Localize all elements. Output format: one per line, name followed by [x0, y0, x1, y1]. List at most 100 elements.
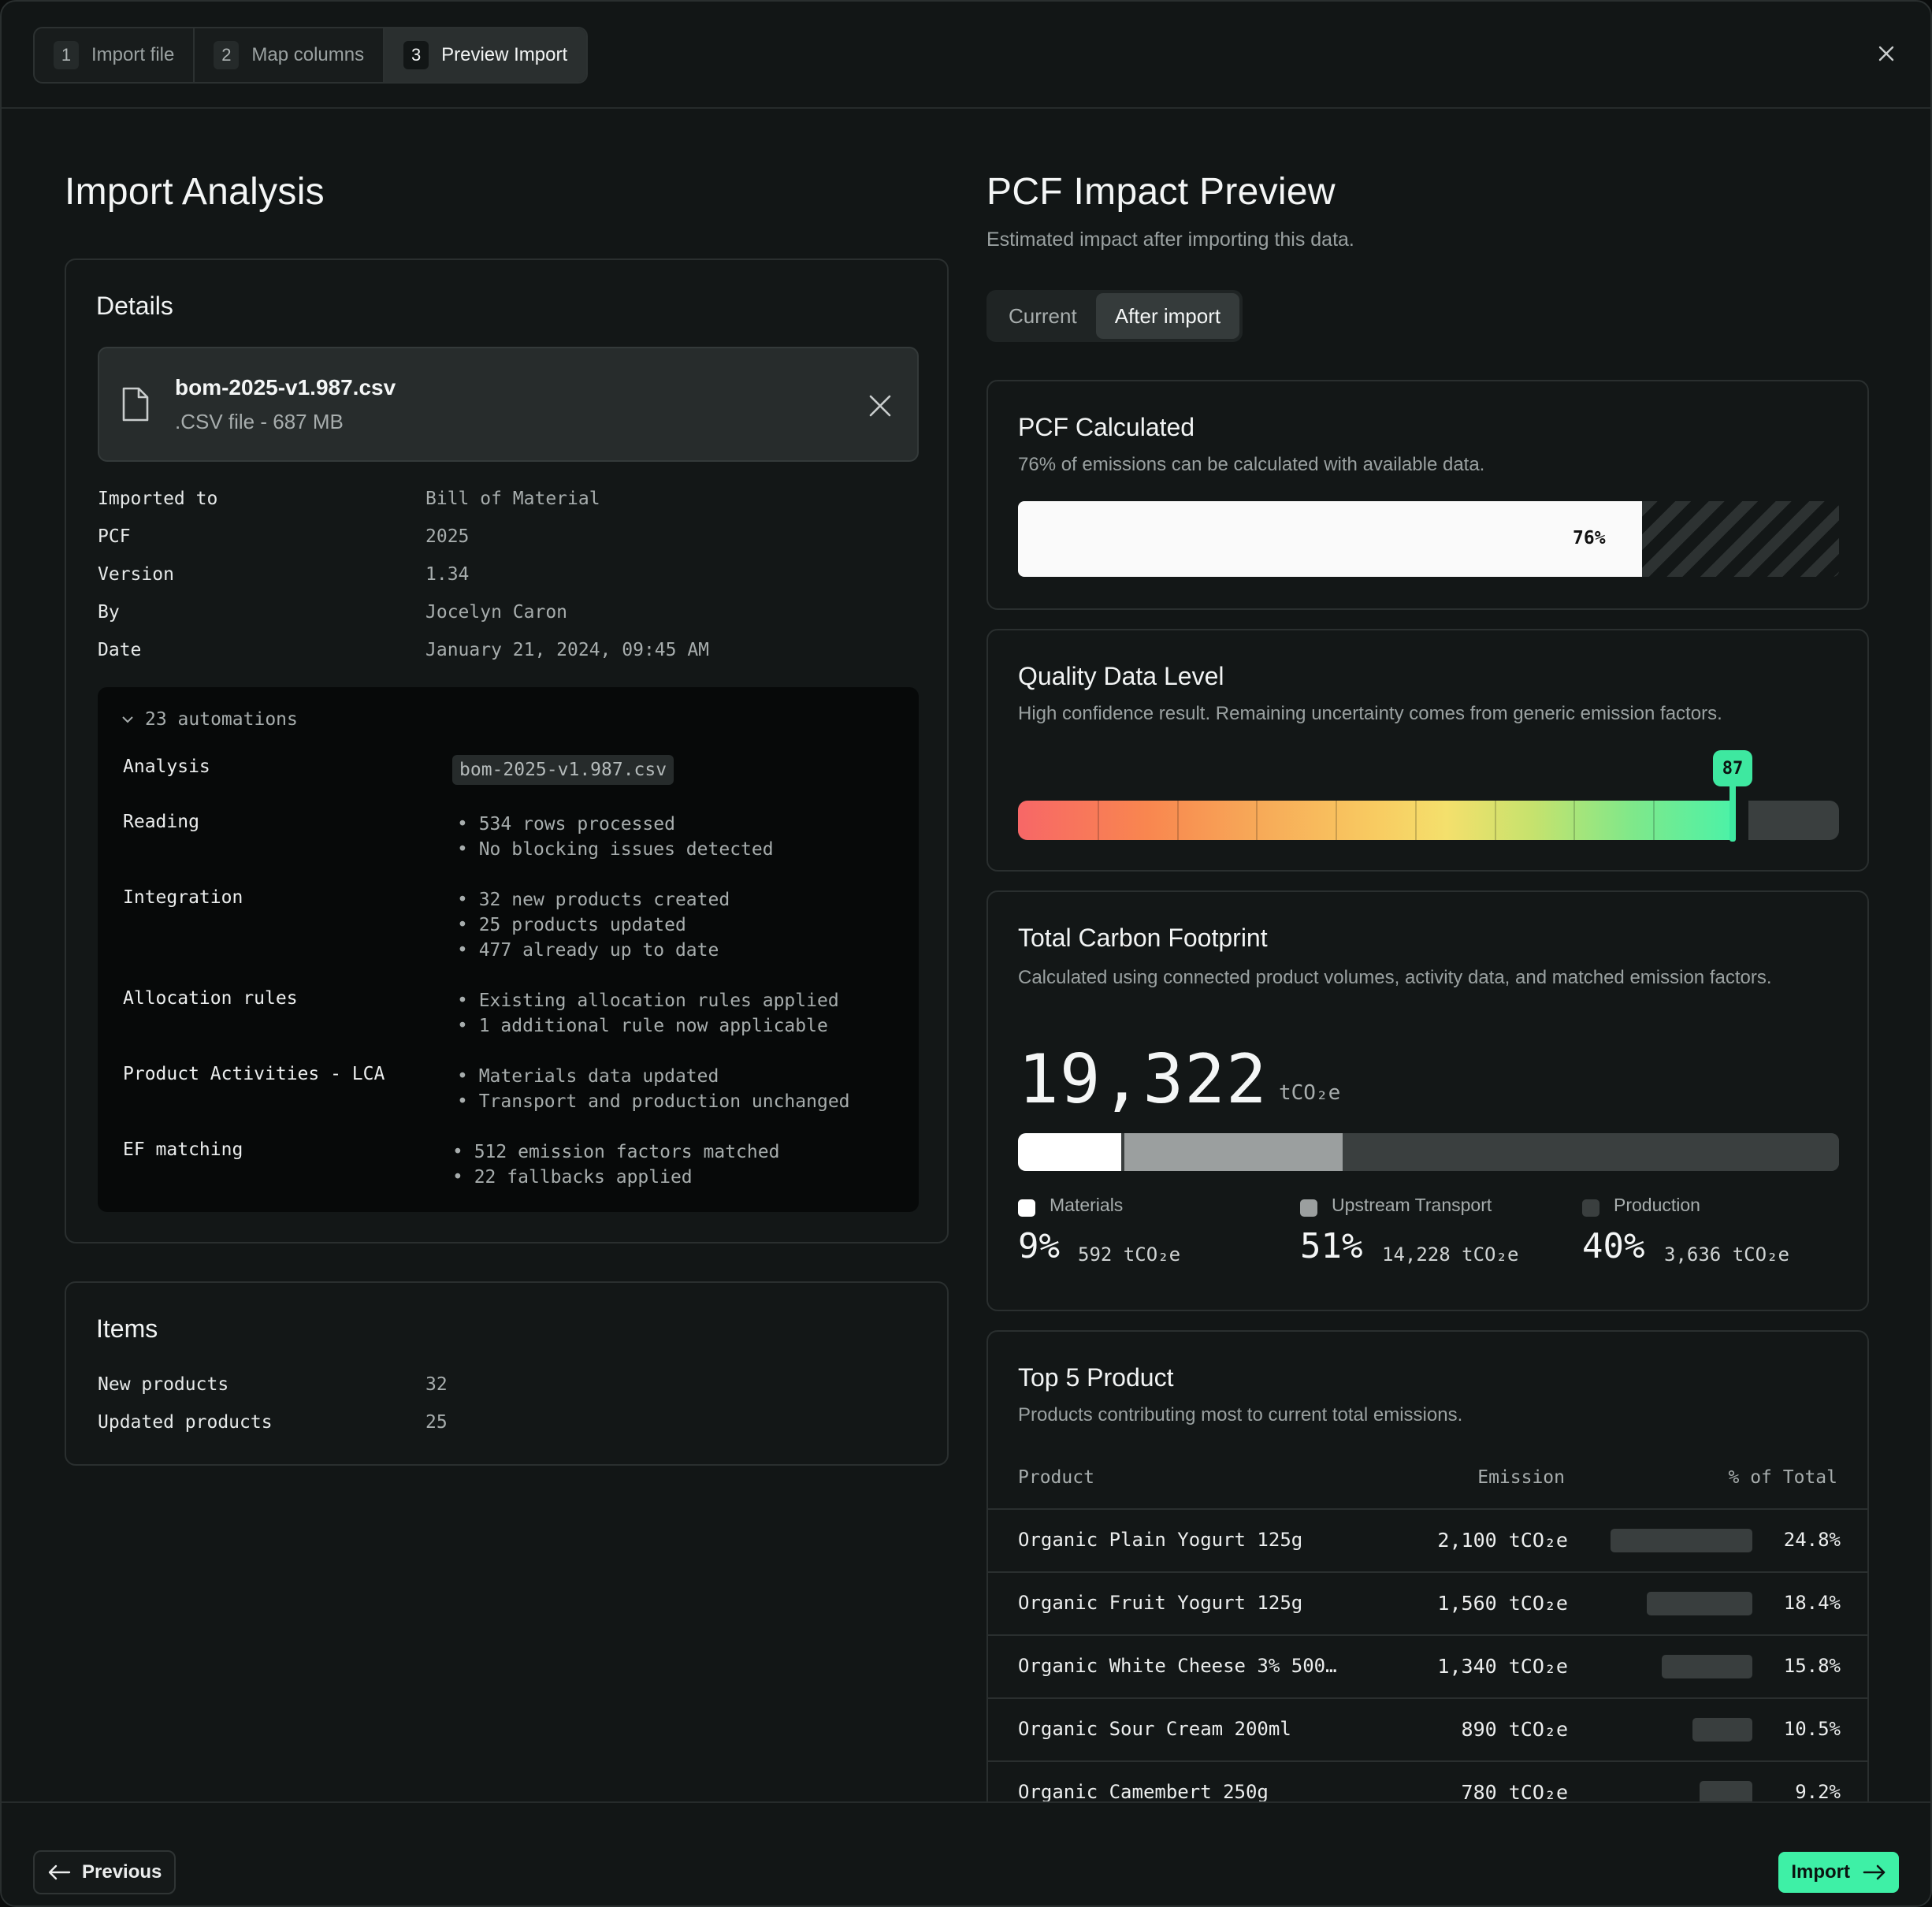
footprint-title: Total Carbon Footprint: [1018, 924, 1268, 952]
step-preview-import[interactable]: 3 Preview Import: [385, 28, 587, 82]
automations-count: 23 automations: [145, 709, 298, 730]
details-card: Details bom-2025-v1.987.csv .CSV file - …: [65, 258, 949, 1243]
automation-label: Allocation rules: [123, 988, 298, 1009]
remove-file-icon[interactable]: [867, 392, 894, 419]
import-modal: 1 Import file 2 Map columns 3 Preview Im…: [0, 0, 1932, 1907]
footprint-total: 19,322: [1018, 1040, 1268, 1119]
import-label: Import: [1791, 1861, 1850, 1883]
page-title: Import Analysis: [65, 171, 325, 213]
previous-button[interactable]: Previous: [33, 1850, 176, 1894]
legend-name: Production: [1614, 1195, 1700, 1215]
table-row[interactable]: Organic Fruit Yogurt 125g 1,560 tCO₂e 18.4…: [988, 1571, 1867, 1634]
step-map-columns[interactable]: 2 Map columns: [195, 28, 385, 82]
pcf-subtitle: 76% of emissions can be calculated with …: [1018, 454, 1485, 475]
breakdown-segment: [1346, 1133, 1839, 1171]
product-name: Organic White Cheese 3% 500…: [1018, 1655, 1337, 1677]
detail-key: By: [98, 602, 120, 623]
detail-value: Jocelyn Caron: [425, 602, 568, 623]
detail-key: Imported to: [98, 489, 218, 509]
step-number: 3: [403, 41, 429, 69]
product-share: 9.2%: [1795, 1781, 1841, 1803]
detail-key: Date: [98, 640, 142, 660]
product-share: 15.8%: [1783, 1655, 1841, 1677]
quality-gauge: [1018, 801, 1839, 840]
pcf-title: PCF Calculated: [1018, 413, 1195, 441]
step-number: 2: [214, 41, 240, 69]
automation-label: EF matching: [123, 1139, 243, 1160]
footprint-unit: tCO₂e: [1279, 1081, 1341, 1105]
detail-value: Bill of Material: [425, 489, 600, 509]
legend-amount: 14,228 tCO₂e: [1382, 1243, 1519, 1266]
top5-title: Top 5 Product: [1018, 1363, 1174, 1392]
carbon-footprint-card: Total Carbon Footprint Calculated using …: [986, 890, 1869, 1311]
file-name: bom-2025-v1.987.csv: [175, 375, 396, 400]
list-item: • Transport and production unchanged: [457, 1091, 850, 1112]
gauge-tick: [1495, 801, 1496, 840]
product-name: Organic Plain Yogurt 125g: [1018, 1529, 1303, 1551]
modal-header: 1 Import file 2 Map columns 3 Preview Im…: [2, 2, 1930, 109]
automation-label: Analysis: [123, 756, 210, 777]
chevron-down-icon: [122, 716, 133, 723]
file-meta: .CSV file - 687 MB: [175, 410, 344, 433]
breakdown-segment: [1018, 1133, 1121, 1171]
analysis-file-chip: bom-2025-v1.987.csv: [452, 755, 674, 785]
list-item: • Existing allocation rules applied: [457, 991, 839, 1011]
detail-value: 2025: [425, 526, 470, 547]
table-row[interactable]: Organic Sour Cream 200ml 890 tCO₂e 10.5%: [988, 1697, 1867, 1760]
toggle-current[interactable]: Current: [990, 293, 1096, 339]
modal-footer: Previous Import: [2, 1801, 1930, 1905]
table-row[interactable]: Organic Plain Yogurt 125g 2,100 tCO₂e 24.8…: [988, 1508, 1867, 1571]
automation-label: Product Activities - LCA: [123, 1064, 385, 1084]
pcf-percent-label: 76%: [1573, 528, 1606, 548]
table-row[interactable]: Organic White Cheese 3% 500… 1,340 tCO₂e 1…: [988, 1634, 1867, 1697]
list-item: • 477 already up to date: [457, 940, 719, 961]
import-button[interactable]: Import: [1778, 1852, 1899, 1893]
pcf-progress-bar: 76%: [1018, 501, 1839, 577]
gauge-tick: [1415, 801, 1417, 840]
arrow-right-icon: [1863, 1864, 1886, 1880]
detail-key: PCF: [98, 526, 131, 547]
product-share: 24.8%: [1783, 1529, 1841, 1551]
legend-swatch: [1582, 1199, 1599, 1217]
gauge-tick: [1098, 801, 1099, 840]
footprint-breakdown-bar: [1018, 1133, 1839, 1171]
automations-toggle[interactable]: 23 automations: [121, 709, 298, 730]
list-item: • 534 rows processed: [457, 814, 675, 835]
share-bar: [1647, 1592, 1752, 1615]
details-title: Details: [96, 292, 173, 320]
pcf-progress-fill: [1018, 501, 1642, 577]
detail-value: January 21, 2024, 09:45 AM: [425, 640, 710, 660]
quality-gauge-fill: [1018, 801, 1733, 840]
items-key: Updated products: [98, 1412, 273, 1433]
step-label: Map columns: [251, 44, 365, 65]
quality-subtitle: High confidence result. Remaining uncert…: [1018, 703, 1722, 724]
list-item: • 22 fallbacks applied: [452, 1167, 693, 1188]
product-emission: 890 tCO₂e: [1461, 1718, 1568, 1741]
step-import-file[interactable]: 1 Import file: [35, 28, 195, 82]
legend-swatch: [1018, 1199, 1035, 1217]
gauge-tick: [1177, 801, 1179, 840]
top-products-card: Top 5 Product Products contributing most…: [986, 1330, 1869, 1882]
legend-amount: 592 tCO₂e: [1078, 1243, 1181, 1266]
toggle-after-import[interactable]: After import: [1095, 293, 1240, 339]
product-share: 18.4%: [1783, 1592, 1841, 1614]
pcf-remaining-hatch: [1642, 501, 1839, 577]
items-value: 25: [425, 1412, 448, 1433]
step-label: Preview Import: [441, 44, 568, 65]
legend-amount: 3,636 tCO₂e: [1664, 1243, 1789, 1266]
stepper: 1 Import file 2 Map columns 3 Preview Im…: [33, 27, 589, 84]
column-header-share: % of Total: [1728, 1467, 1837, 1488]
items-key: New products: [98, 1374, 229, 1395]
list-item: • 25 products updated: [457, 915, 686, 935]
footprint-subtitle: Calculated using connected product volum…: [1018, 967, 1772, 988]
pcf-calculated-card: PCF Calculated 76% of emissions can be c…: [986, 380, 1869, 610]
product-share: 10.5%: [1783, 1718, 1841, 1740]
legend-name: Materials: [1050, 1195, 1124, 1215]
top5-subtitle: Products contributing most to current to…: [1018, 1404, 1463, 1426]
gauge-tick: [1573, 801, 1575, 840]
preview-title: PCF Impact Preview: [986, 171, 1336, 213]
quality-score-badge: 87: [1713, 750, 1752, 786]
close-icon[interactable]: [1874, 41, 1899, 66]
share-bar: [1692, 1718, 1752, 1742]
detail-key: Version: [98, 564, 174, 585]
